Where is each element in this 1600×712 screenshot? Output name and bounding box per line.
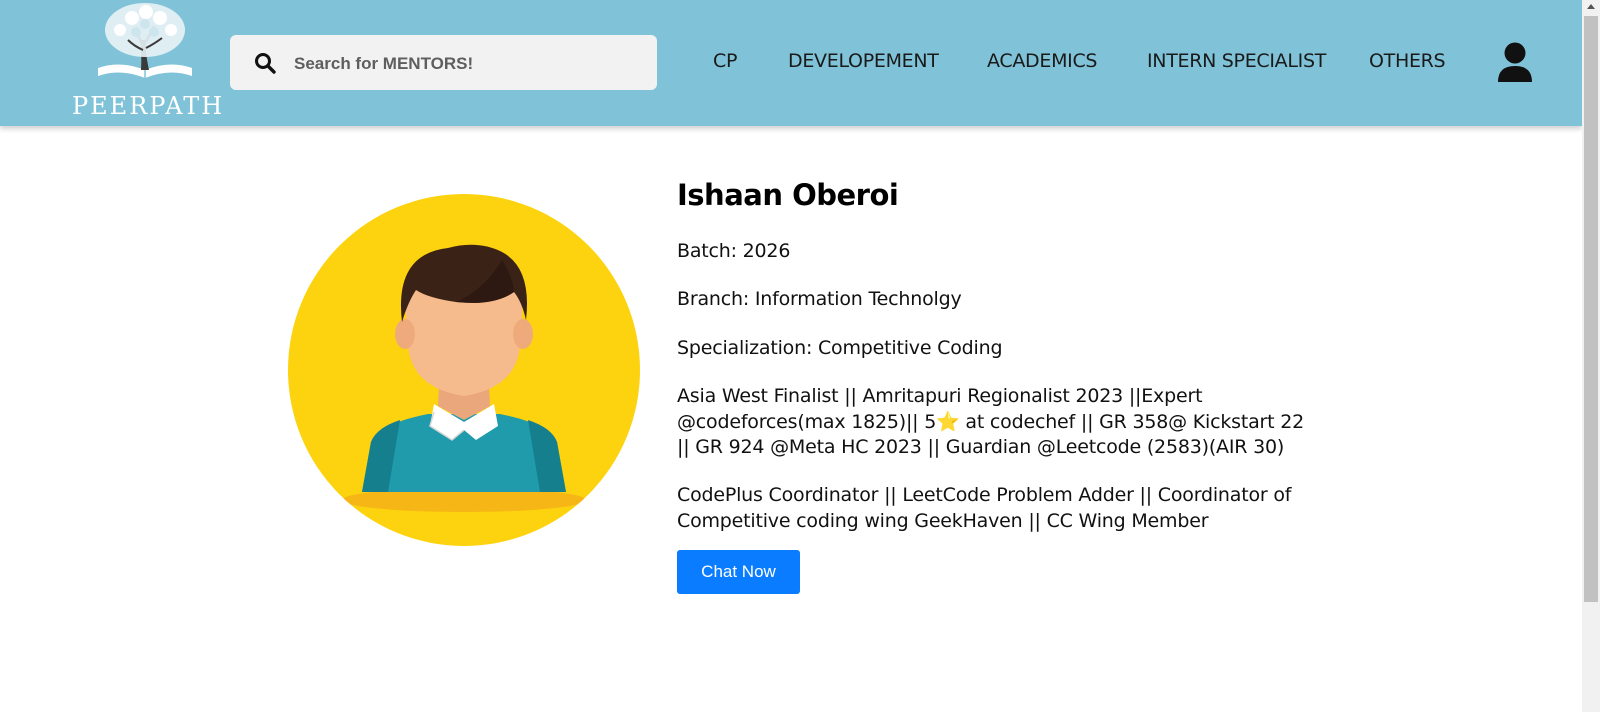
- mentor-branch: Branch: Information Technolgy: [677, 288, 962, 310]
- nav-item-intern-specialist[interactable]: INTERN SPECIALIST: [1147, 50, 1326, 72]
- search-bar[interactable]: [230, 35, 657, 92]
- mentor-name: Ishaan Oberoi: [677, 178, 899, 212]
- tree-book-logo-icon: [98, 3, 192, 78]
- mentor-specialization: Specialization: Competitive Coding: [677, 337, 1003, 359]
- nav-item-others[interactable]: OTHERS: [1369, 50, 1446, 72]
- nav-item-academics[interactable]: ACADEMICS: [987, 50, 1097, 72]
- logo-text: PEERPATH: [72, 92, 225, 120]
- peerpath-logo[interactable]: PEERPATH: [72, 0, 225, 122]
- chat-now-button[interactable]: Chat Now: [677, 550, 800, 594]
- nav-item-development[interactable]: DEVELOPEMENT: [788, 50, 939, 72]
- mentor-roles: CodePlus Coordinator || LeetCode Problem…: [677, 484, 1292, 532]
- mentor-batch: Batch: 2026: [677, 240, 791, 262]
- scroll-thumb[interactable]: [1584, 16, 1598, 602]
- top-navbar: PEERPATH CP DEVELOPEMENT ACADEMICS INTER…: [0, 0, 1582, 126]
- profile-avatar: [288, 194, 640, 546]
- nav-item-cp[interactable]: CP: [713, 50, 737, 72]
- scroll-up-arrow-icon[interactable]: [1587, 4, 1595, 9]
- search-icon: [255, 53, 276, 74]
- search-input[interactable]: [292, 35, 646, 92]
- user-profile-icon[interactable]: [1497, 42, 1533, 82]
- page-scrollbar[interactable]: [1582, 0, 1600, 712]
- mentor-achievements: Asia West Finalist || Amritapuri Regiona…: [677, 385, 1305, 458]
